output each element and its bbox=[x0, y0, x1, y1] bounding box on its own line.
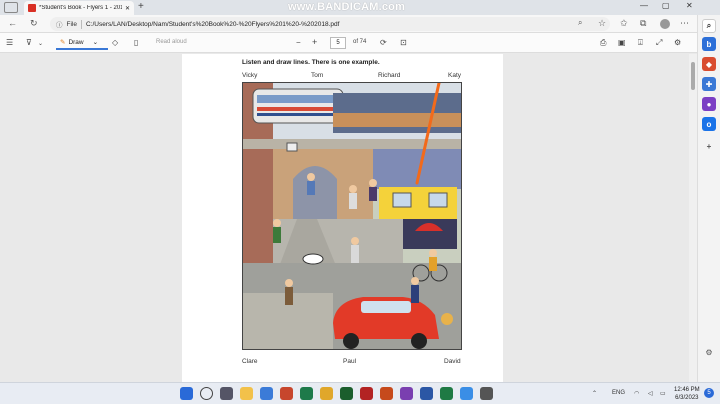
add-icon[interactable]: + bbox=[702, 139, 716, 153]
new-tab-button[interactable]: + bbox=[138, 1, 144, 12]
filter-icon[interactable]: ⊽ bbox=[26, 38, 32, 47]
name-label: Tom bbox=[311, 72, 324, 79]
wifi-icon[interactable]: ◠ bbox=[634, 390, 639, 397]
powerpoint-icon[interactable] bbox=[280, 387, 293, 400]
back-button[interactable]: ← bbox=[8, 18, 17, 28]
scrollbar[interactable] bbox=[689, 54, 697, 382]
name-label: Katy bbox=[448, 72, 462, 79]
name-label: Richard bbox=[378, 72, 401, 79]
minimize-button[interactable]: — bbox=[640, 1, 648, 10]
zoom-icon[interactable]: ⌕ bbox=[578, 18, 582, 28]
language-indicator[interactable]: ENG bbox=[612, 390, 625, 396]
clock[interactable]: 12:46 PM 6/3/2023 bbox=[674, 386, 700, 402]
excel-icon[interactable] bbox=[440, 387, 453, 400]
name-label: Vicky bbox=[242, 72, 258, 79]
tray-chevron-icon[interactable]: ⌃ bbox=[592, 390, 597, 397]
tab-bar: *Student's Book - Flyers 1 - 2018 ✕ + ww… bbox=[0, 0, 720, 15]
file-label: File bbox=[66, 20, 77, 28]
url-divider bbox=[80, 19, 82, 29]
time: 12:46 PM bbox=[674, 387, 700, 393]
store-icon[interactable] bbox=[260, 387, 273, 400]
pdf-toolbar: ☰ ⊽ ⌄ ✎ Draw ⌄ ◇ ▯ Read aloud − + ▭ 5 of… bbox=[0, 33, 720, 53]
name-label: David bbox=[444, 358, 461, 365]
street-scene-illustration bbox=[242, 82, 462, 350]
sidebar-settings-icon[interactable]: ⚙ bbox=[702, 345, 716, 359]
app-icon[interactable] bbox=[400, 387, 413, 400]
taskbar: ⌃ ENG ◠ ◁ ▭ 12:46 PM 6/3/2023 5 bbox=[0, 382, 720, 404]
notification-badge[interactable]: 5 bbox=[704, 388, 714, 398]
bandicam-icon[interactable] bbox=[360, 387, 373, 400]
page-view-icon[interactable]: ⊡ bbox=[400, 38, 407, 47]
print-icon[interactable]: ⎙ bbox=[600, 38, 606, 48]
refresh-button[interactable]: ↻ bbox=[30, 18, 38, 29]
name-label: Paul bbox=[343, 358, 357, 365]
favorite-icon[interactable]: ☆ bbox=[598, 18, 606, 29]
app-icon[interactable] bbox=[340, 387, 353, 400]
fullscreen-icon[interactable]: ⤢ bbox=[656, 38, 662, 48]
zoom-in-button[interactable]: + bbox=[312, 37, 317, 47]
app-icon[interactable] bbox=[480, 387, 493, 400]
start-icon[interactable] bbox=[180, 387, 193, 400]
info-icon: ⓘ bbox=[56, 22, 63, 29]
pen-icon: ✎ bbox=[60, 39, 66, 46]
task-view-icon[interactable] bbox=[220, 387, 233, 400]
name-label: Clare bbox=[242, 358, 258, 365]
chrome-icon[interactable] bbox=[320, 387, 333, 400]
rotate-icon[interactable]: ⟳ bbox=[380, 38, 387, 47]
battery-icon[interactable]: ▭ bbox=[660, 390, 666, 397]
watermark: www.BANDICAM.com bbox=[288, 1, 406, 13]
tab-actions-icon[interactable] bbox=[4, 2, 18, 13]
word-icon[interactable] bbox=[420, 387, 433, 400]
favorites-icon[interactable]: ✩ bbox=[620, 18, 628, 29]
draw-button[interactable]: ✎ Draw ⌄ bbox=[56, 36, 108, 50]
page-number-input[interactable]: 5 bbox=[330, 37, 346, 49]
settings-icon[interactable]: ⚙ bbox=[674, 38, 681, 47]
edge-sidebar: ⌕ b ◆ ✚ ● o + ⚙ bbox=[697, 15, 720, 382]
close-tab-icon[interactable]: ✕ bbox=[125, 5, 130, 12]
collections-icon[interactable]: ⧉ bbox=[640, 18, 646, 29]
search-icon[interactable] bbox=[200, 387, 213, 400]
save-icon[interactable]: ▣ bbox=[618, 38, 626, 47]
draw-label: Draw bbox=[68, 38, 84, 46]
tab-title: *Student's Book - Flyers 1 - 2018 bbox=[39, 5, 122, 11]
tab-active[interactable]: *Student's Book - Flyers 1 - 2018 ✕ bbox=[24, 1, 134, 15]
date: 6/3/2023 bbox=[675, 395, 699, 401]
scrollbar-thumb[interactable] bbox=[691, 62, 695, 90]
zoom-out-button[interactable]: − bbox=[296, 38, 301, 47]
tools-icon[interactable]: ✚ bbox=[702, 77, 716, 91]
outlook-icon[interactable]: o bbox=[702, 117, 716, 131]
app-icon[interactable] bbox=[460, 387, 473, 400]
volume-icon[interactable]: ◁ bbox=[648, 390, 653, 397]
url-field[interactable]: ⓘ File C:/Users/LAN/Desktop/Nam/Student'… bbox=[50, 17, 610, 31]
games-icon[interactable]: ● bbox=[702, 97, 716, 111]
close-window-button[interactable]: ✕ bbox=[686, 1, 693, 10]
maximize-button[interactable]: ▢ bbox=[662, 1, 670, 10]
eraser-icon[interactable]: ◇ bbox=[112, 38, 118, 47]
bing-icon[interactable]: b bbox=[702, 37, 716, 51]
page-count: of 74 bbox=[353, 39, 367, 45]
avatar[interactable] bbox=[660, 19, 670, 29]
pdf-icon bbox=[28, 4, 36, 12]
address-bar: ← ↻ ⓘ File C:/Users/LAN/Desktop/Nam/Stud… bbox=[0, 15, 720, 33]
pdf-page: Listen and draw lines. There is one exam… bbox=[182, 54, 503, 382]
read-aloud-button[interactable]: Read aloud bbox=[156, 39, 187, 45]
page-instruction: Listen and draw lines. There is one exam… bbox=[242, 59, 380, 66]
file-explorer-icon[interactable] bbox=[240, 387, 253, 400]
app-icon[interactable] bbox=[380, 387, 393, 400]
shopping-icon[interactable]: ◆ bbox=[702, 57, 716, 71]
url-text: C:/Users/LAN/Desktop/Nam/Student's%20Boo… bbox=[85, 20, 340, 28]
contents-icon[interactable]: ☰ bbox=[6, 38, 13, 47]
chevron-down-icon[interactable]: ⌄ bbox=[38, 40, 43, 47]
view-icon[interactable]: ▯ bbox=[134, 38, 138, 47]
edge-icon[interactable] bbox=[300, 387, 313, 400]
search-icon[interactable]: ⌕ bbox=[702, 19, 716, 33]
save-as-icon[interactable]: ⍗ bbox=[638, 38, 643, 48]
train bbox=[252, 88, 344, 124]
chevron-down-icon: ⌄ bbox=[92, 39, 99, 46]
more-menu-icon[interactable]: ⋯ bbox=[680, 18, 689, 29]
street-scene-drawing bbox=[243, 83, 461, 349]
